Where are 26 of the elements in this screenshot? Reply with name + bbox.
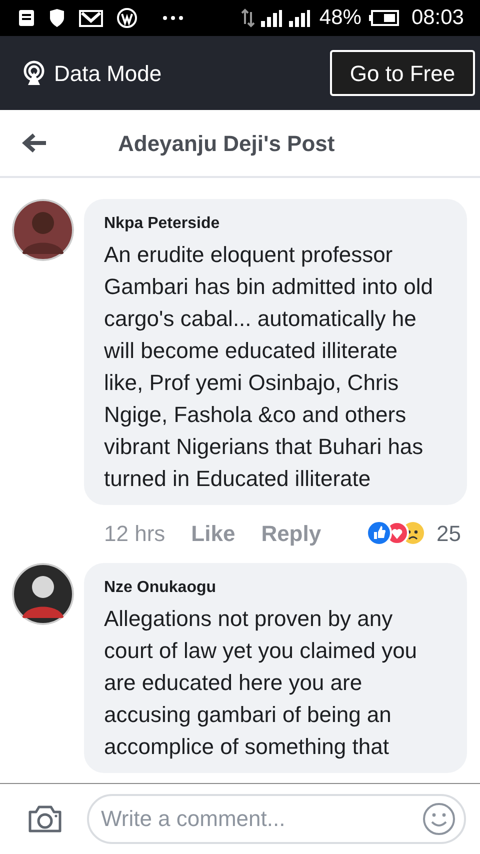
shield-icon xyxy=(48,8,66,28)
battery-icon xyxy=(369,10,400,26)
comment-text: An erudite eloquent professor Gambari has bin admitted into old cargo's cabal... automatically he will become educated illiterate like, Prof yemi Osinbajo, Chris Ngige, Fashola &co and others vibrant Nigerians that Buhari has turned in Educated illiterate xyxy=(104,241,434,493)
mail-icon xyxy=(78,8,104,28)
comment-author[interactable]: Nkpa Peterside xyxy=(104,212,437,236)
camera-icon[interactable] xyxy=(27,804,63,834)
avatar xyxy=(12,199,74,261)
back-icon[interactable] xyxy=(22,133,48,153)
avatar xyxy=(12,563,74,625)
more-icon xyxy=(162,15,184,21)
antenna-icon xyxy=(22,60,46,86)
data-arrows-icon xyxy=(241,8,256,28)
comment-author[interactable]: Nze Onukaogu xyxy=(104,576,437,600)
post-title: Adeyanju Deji's Post xyxy=(118,130,335,158)
comment-field[interactable]: Write a comment... xyxy=(87,794,466,844)
reaction-count: 25 xyxy=(436,520,461,548)
emoji-icon[interactable] xyxy=(422,802,456,836)
data-mode-label: Data Mode xyxy=(54,60,162,88)
battery-percent: 48% xyxy=(319,5,362,32)
go-to-free-button[interactable]: Go to Free xyxy=(330,50,475,96)
comment-time: 12 hrs xyxy=(104,520,166,548)
news-icon xyxy=(16,8,36,28)
comment-text: Allegations not proven by any court of law yet you claimed you are educated here you are accusing gambari of being an accomplice of something that xyxy=(104,605,418,761)
signal-icon xyxy=(259,8,284,28)
clock: 08:03 xyxy=(411,5,464,32)
signal-icon xyxy=(287,8,312,28)
